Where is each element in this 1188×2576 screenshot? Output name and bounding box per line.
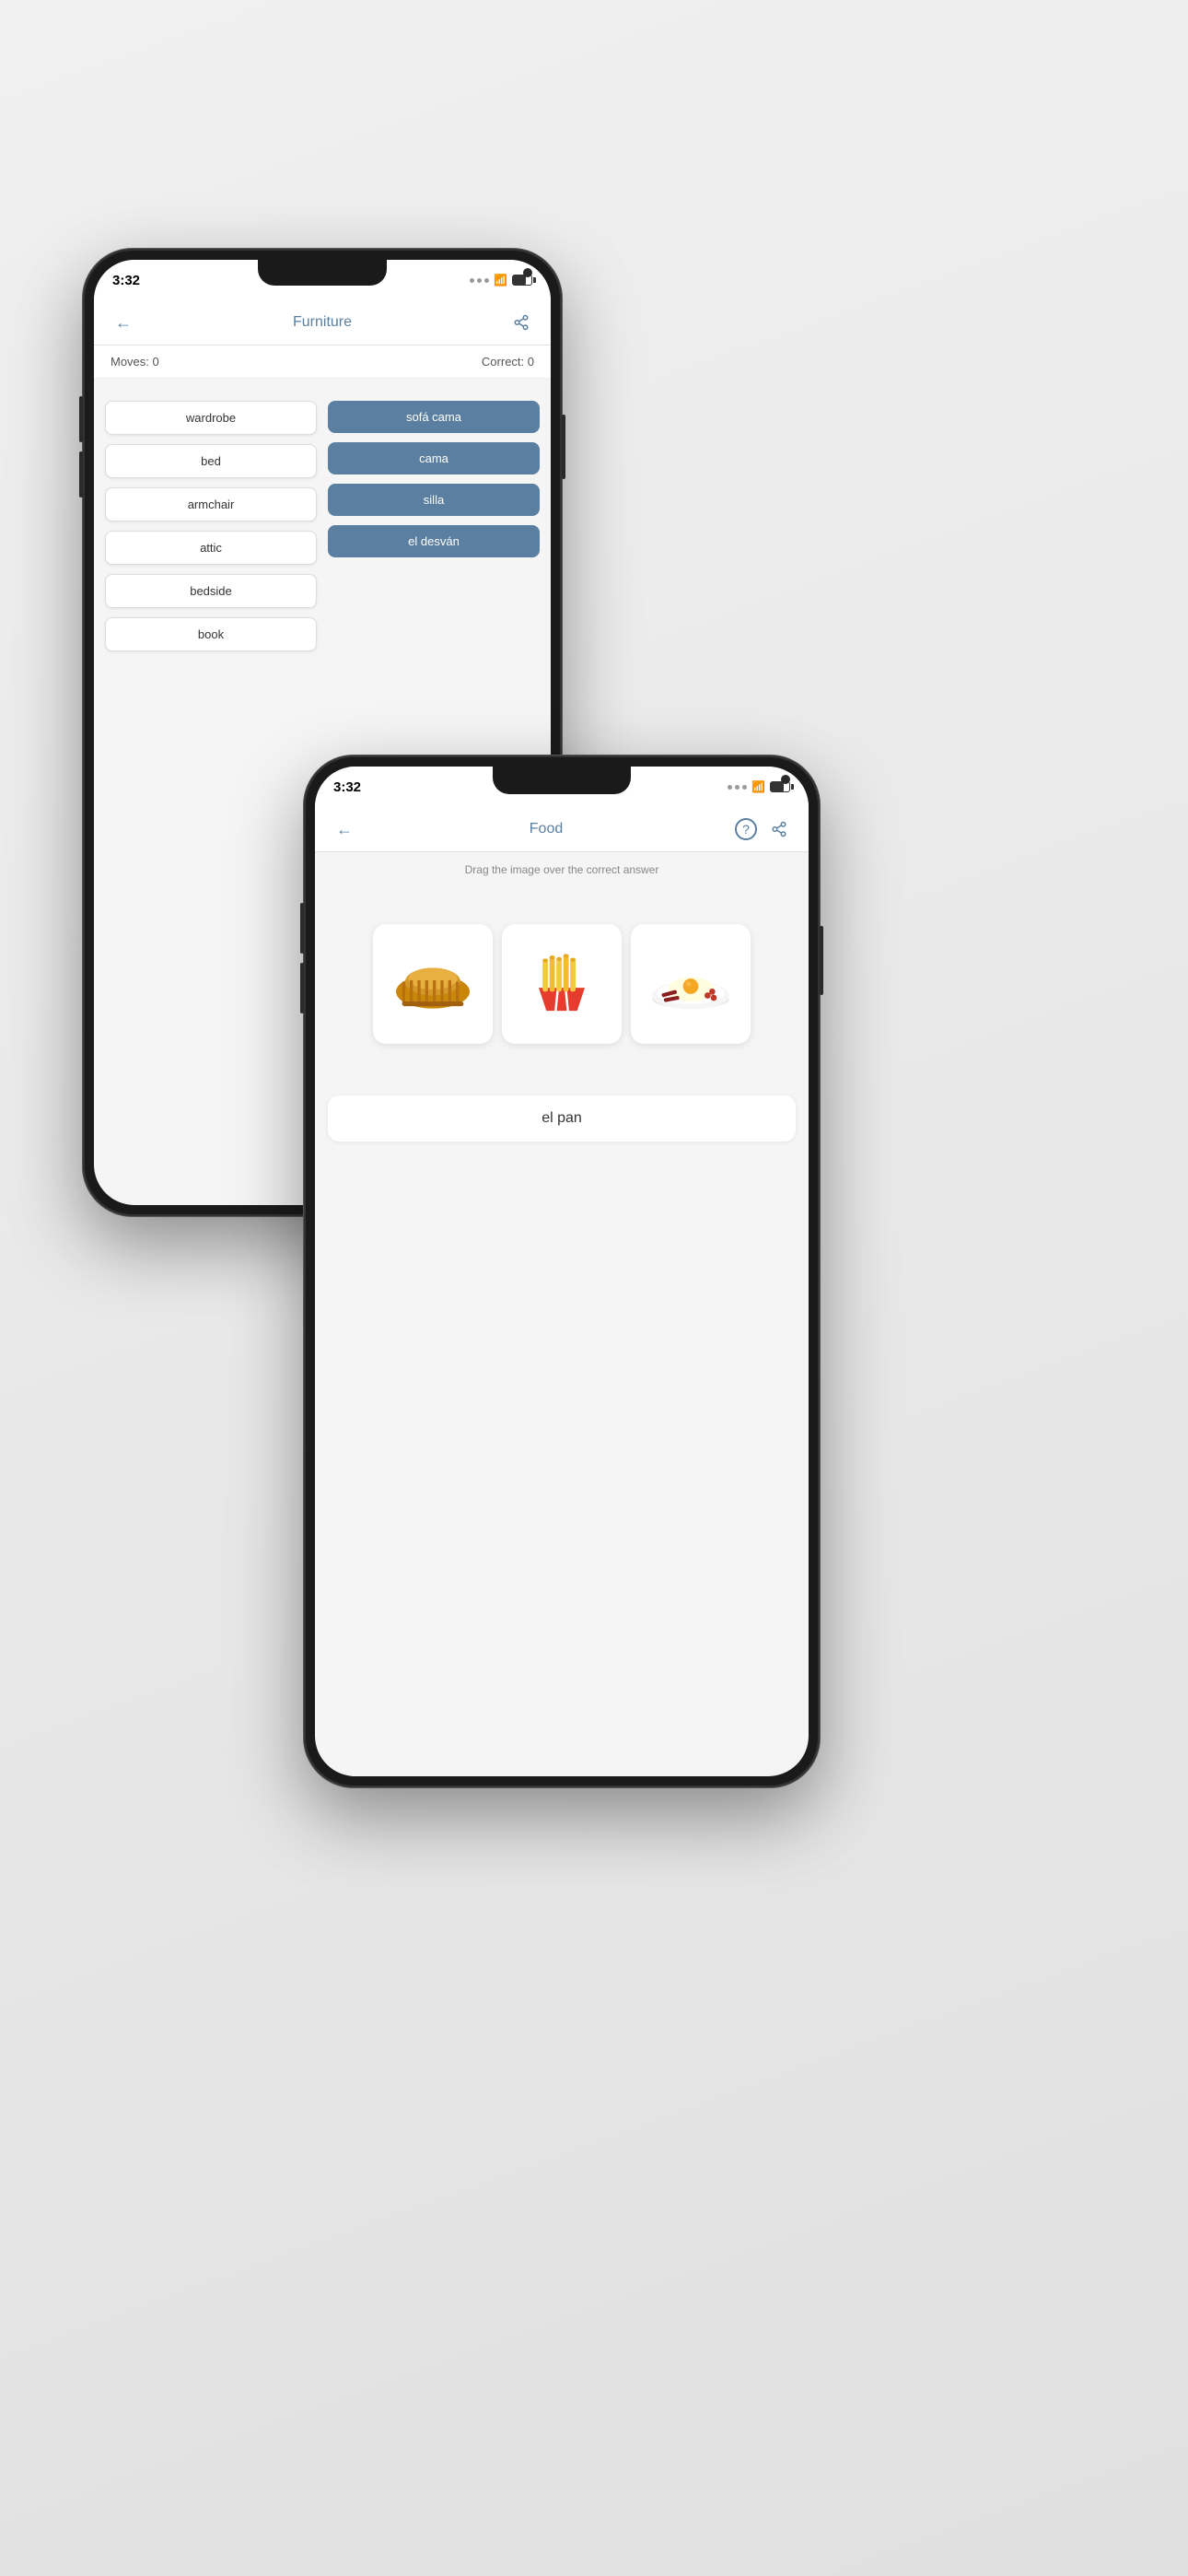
nav-bar-front: ← Food ? xyxy=(315,807,809,852)
camera-back xyxy=(523,268,532,277)
word-silla[interactable]: silla xyxy=(328,484,540,516)
moves-label: Moves: 0 xyxy=(111,355,159,369)
word-armchair[interactable]: armchair xyxy=(105,487,317,521)
food-images-row xyxy=(315,909,809,1059)
nav-title-back: Furniture xyxy=(136,314,508,331)
vol-up-front[interactable] xyxy=(300,903,304,954)
status-icons-front: 📶 xyxy=(728,780,790,793)
food-card-fries[interactable] xyxy=(502,924,622,1044)
share-button-back[interactable] xyxy=(508,310,534,335)
food-card-bread[interactable] xyxy=(373,924,493,1044)
word-attic[interactable]: attic xyxy=(105,531,317,565)
answer-text: el pan xyxy=(542,1110,582,1126)
fries-icon xyxy=(516,947,608,1021)
word-list-left: wardrobe bed armchair attic bedside book xyxy=(105,401,317,651)
vol-up-button[interactable] xyxy=(79,396,83,442)
scene: 3:32 📶 ← Furniture xyxy=(0,0,1188,2576)
word-bed[interactable]: bed xyxy=(105,444,317,478)
food-answer-bar: el pan xyxy=(328,1095,796,1142)
power-front[interactable] xyxy=(820,926,823,995)
back-button-front[interactable]: ← xyxy=(332,816,357,842)
food-card-egg[interactable] xyxy=(631,924,751,1044)
phone-front: 3:32 📶 ← Food ? xyxy=(304,755,820,1787)
instruction-text: Drag the image over the correct answer xyxy=(315,852,809,882)
help-button[interactable]: ? xyxy=(735,818,757,840)
word-cama[interactable]: cama xyxy=(328,442,540,474)
word-bedside[interactable]: bedside xyxy=(105,574,317,608)
word-sofa-cama[interactable]: sofá cama xyxy=(328,401,540,433)
notch-back xyxy=(258,260,387,286)
power-button[interactable] xyxy=(562,415,565,479)
signal-dots-back xyxy=(470,278,489,283)
food-screen: 3:32 📶 ← Food ? xyxy=(315,767,809,1776)
vol-down-button[interactable] xyxy=(79,451,83,498)
status-icons-back: 📶 xyxy=(470,274,532,287)
camera-front xyxy=(781,775,790,784)
word-columns: wardrobe bed armchair attic bedside book… xyxy=(94,388,551,664)
stats-bar: Moves: 0 Correct: 0 xyxy=(94,345,551,379)
time-front: 3:32 xyxy=(333,779,361,795)
word-desvan[interactable]: el desván xyxy=(328,525,540,557)
word-wardrobe[interactable]: wardrobe xyxy=(105,401,317,435)
vol-down-front[interactable] xyxy=(300,963,304,1013)
nav-bar-back: ← Furniture xyxy=(94,300,551,345)
wifi-icon-back: 📶 xyxy=(494,274,507,287)
word-list-right: sofá cama cama silla el desván xyxy=(328,401,540,651)
egg-icon xyxy=(645,947,737,1021)
share-button-front[interactable] xyxy=(766,816,792,842)
nav-title-front: Food xyxy=(357,821,735,837)
wifi-icon-front: 📶 xyxy=(751,780,765,793)
back-button-back[interactable]: ← xyxy=(111,310,136,335)
correct-label: Correct: 0 xyxy=(482,355,534,369)
word-book[interactable]: book xyxy=(105,617,317,651)
notch-front xyxy=(493,767,631,794)
signal-dots-front xyxy=(728,785,747,790)
time-back: 3:32 xyxy=(112,273,140,288)
bread-icon xyxy=(387,947,479,1021)
